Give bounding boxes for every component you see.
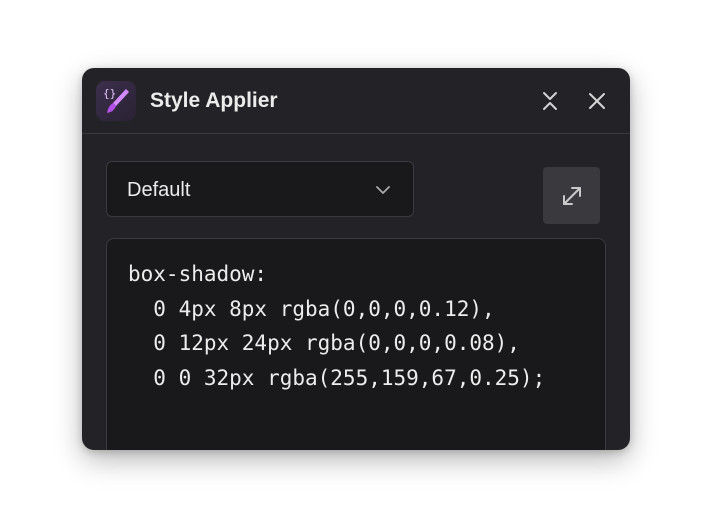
- window-title: Style Applier: [150, 89, 278, 112]
- code-line: 0 12px 24px rgba(0,0,0,0.08),: [128, 331, 520, 355]
- code-editor[interactable]: box-shadow: 0 4px 8px rgba(0,0,0,0.12), …: [106, 238, 606, 450]
- collapse-button[interactable]: [537, 88, 563, 114]
- title-bar: {} Style Applier: [82, 68, 630, 134]
- preset-dropdown-value: Default: [127, 179, 191, 201]
- preset-dropdown[interactable]: Default: [106, 161, 414, 217]
- code-line: 0 0 32px rgba(255,159,67,0.25);: [128, 365, 546, 390]
- code-text: box-shadow: 0 4px 8px rgba(0,0,0,0.12), …: [128, 257, 545, 395]
- close-button[interactable]: [584, 88, 610, 114]
- close-icon: [589, 93, 605, 109]
- svg-text:{}: {}: [103, 87, 116, 100]
- brush-code-icon: {}: [96, 81, 136, 121]
- code-line: 0 4px 8px rgba(0,0,0,0.12),: [128, 296, 495, 321]
- collapse-icon: [543, 92, 557, 110]
- code-line: box-shadow:: [128, 262, 268, 286]
- style-applier-window: {} Style Applier Default box-shadow: 0 4…: [82, 68, 630, 450]
- chevron-down-icon: [376, 186, 390, 194]
- expand-icon: [562, 186, 581, 205]
- expand-button[interactable]: [543, 167, 600, 224]
